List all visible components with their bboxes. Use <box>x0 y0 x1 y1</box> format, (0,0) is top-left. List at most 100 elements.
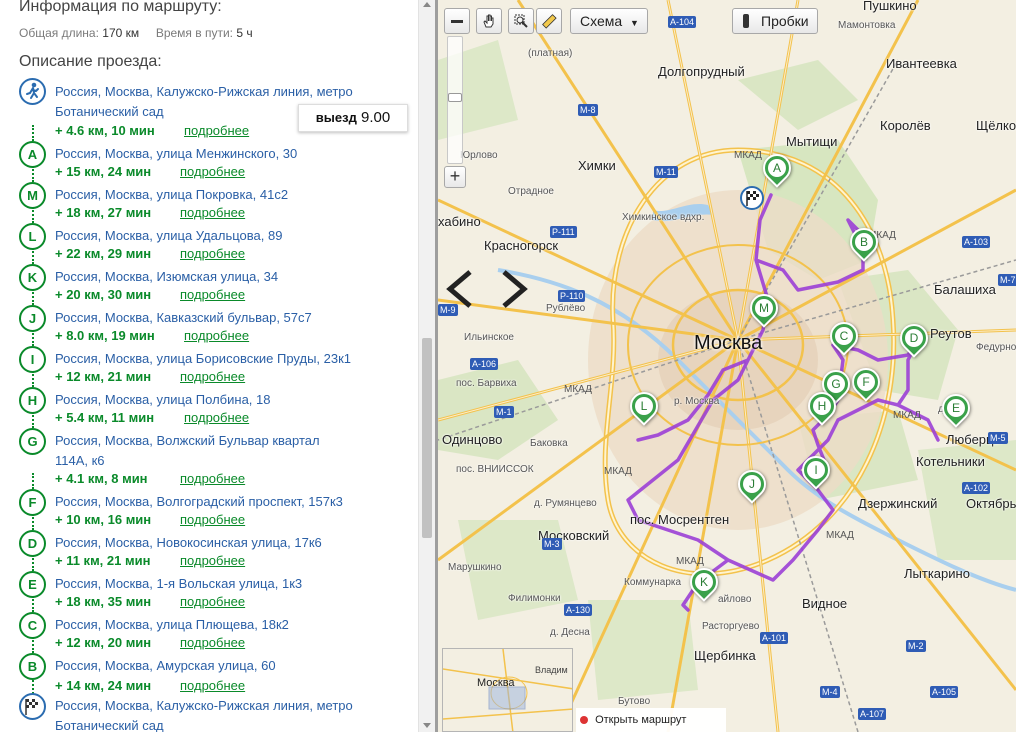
start-address-line2[interactable]: Ботанический сад <box>55 102 164 122</box>
zoom-slider[interactable] <box>447 36 463 164</box>
map-place-label: пос. Мосрентген <box>630 512 730 527</box>
more-link[interactable]: подробнее <box>180 594 245 609</box>
map-place-label: Реутов <box>930 326 972 341</box>
map-marker-m[interactable]: M <box>744 288 784 338</box>
scroll-thumb[interactable] <box>422 338 432 538</box>
more-link[interactable]: подробнее <box>184 328 249 343</box>
map-marker-d[interactable]: D <box>894 318 934 368</box>
road-sign: А-107 <box>858 708 887 720</box>
more-link[interactable]: подробнее <box>180 635 245 650</box>
pan-arrows[interactable] <box>442 264 532 314</box>
segment-distance: + 8.0 км, 19 мин <box>55 328 155 343</box>
road-sign: Р-110 <box>558 290 586 302</box>
stop-address[interactable]: Россия, Москва, Волгоградский проспект, … <box>55 492 343 512</box>
finish-address-line1[interactable]: Россия, Москва, Калужско-Рижская линия, … <box>55 696 353 716</box>
map-place-label: Федурно <box>976 342 1016 353</box>
route-panel: Информация по маршруту: Общая длина: 170… <box>0 0 418 732</box>
stop-address[interactable]: Россия, Москва, Волжский Бульвар квартал <box>55 431 320 451</box>
stop-address[interactable]: Россия, Москва, Изюмская улица, 34 <box>55 267 278 287</box>
segment-distance: + 12 км, 20 мин <box>55 635 152 650</box>
zoom-slider-handle[interactable] <box>448 93 462 102</box>
stop-connector <box>32 207 34 223</box>
more-link[interactable]: подробнее <box>180 205 245 220</box>
hand-tool-button[interactable] <box>476 8 502 34</box>
map-marker-i[interactable]: I <box>796 450 836 500</box>
stop-address[interactable]: Россия, Москва, улица Плющева, 18к2 <box>55 615 289 635</box>
map-marker-a[interactable]: A <box>757 148 797 198</box>
overview-minimap[interactable]: Москва Владим <box>442 648 573 732</box>
map-marker-b[interactable]: B <box>844 222 884 272</box>
map-place-label: Балашиха <box>934 282 996 297</box>
map-place-label: р. Москва <box>674 396 720 407</box>
road-sign: А-101 <box>760 632 789 644</box>
map-marker-f[interactable]: F <box>846 362 886 412</box>
more-link[interactable]: подробнее <box>184 123 249 138</box>
finish-connector <box>32 680 34 694</box>
scroll-up-arrow-icon[interactable] <box>423 2 431 7</box>
stop-connector <box>32 514 34 530</box>
map-place-label: Пушкино <box>863 0 917 13</box>
departure-note: выезд 9.00 <box>298 104 408 132</box>
stop-address[interactable]: Россия, Москва, Новокосинская улица, 17к… <box>55 533 322 553</box>
mkad-label: МКАД <box>826 530 854 541</box>
map-place-label: Химки <box>578 158 616 173</box>
map-marker-h[interactable]: H <box>802 386 842 436</box>
zoom-in-button[interactable]: + <box>444 166 466 188</box>
more-link[interactable]: подробнее <box>180 287 245 302</box>
map-view[interactable]: Пушкино Ивантеевка Долгопрудный Мытищи Корол… <box>438 0 1016 732</box>
map-place-label: Мытищи <box>786 134 838 149</box>
stop-address[interactable]: Россия, Москва, улица Борисовские Пруды,… <box>55 349 351 369</box>
map-place-label: пос. Барвиха <box>456 378 517 389</box>
zoom-out-button[interactable] <box>444 8 470 34</box>
stop-connector <box>32 637 34 653</box>
stop-address-line2[interactable]: 114А, к6 <box>55 451 105 471</box>
map-layer-select[interactable]: Схема ▼ <box>570 8 648 34</box>
stop-address[interactable]: Россия, Москва, Кавказский бульвар, 57с7 <box>55 308 312 328</box>
more-link[interactable]: подробнее <box>180 553 245 568</box>
scroll-down-arrow-icon[interactable] <box>423 723 431 728</box>
panel-scrollbar[interactable] <box>418 0 435 732</box>
more-link[interactable]: подробнее <box>180 512 245 527</box>
map-marker-l[interactable]: L <box>624 386 664 436</box>
more-link[interactable]: подробнее <box>180 471 245 486</box>
open-route-link[interactable]: Открыть маршрут <box>576 708 726 732</box>
ruler-tool-button[interactable] <box>536 8 562 34</box>
traffic-button[interactable]: Пробки <box>732 8 818 34</box>
mkad-label: МКАД <box>564 384 592 395</box>
stop-address[interactable]: Россия, Москва, улица Полбина, 18 <box>55 390 270 410</box>
route-pin-icon <box>580 716 588 725</box>
more-link[interactable]: подробнее <box>180 369 245 384</box>
stop-address[interactable]: Россия, Москва, 1-я Вольская улица, 1к3 <box>55 574 302 594</box>
map-marker-c[interactable]: C <box>824 316 864 366</box>
map-finish-flag-icon[interactable] <box>740 186 764 210</box>
segment-distance: + 12 км, 21 мин <box>55 369 152 384</box>
route-stats: Общая длина: 170 км Время в пути: 5 ч <box>19 26 253 40</box>
map-marker-e[interactable]: E <box>936 388 976 438</box>
map-place-label: Отрадное <box>508 186 554 197</box>
more-link[interactable]: подробнее <box>184 410 249 425</box>
map-marker-k[interactable]: K <box>684 562 724 612</box>
mkad-label: МКАД <box>734 150 762 161</box>
start-address-line1[interactable]: Россия, Москва, Калужско-Рижская линия, … <box>55 82 353 102</box>
more-link[interactable]: подробнее <box>180 164 245 179</box>
open-route-label: Открыть маршрут <box>595 714 687 726</box>
finish-address-line2[interactable]: Ботанический сад <box>55 716 164 732</box>
finish-more-link[interactable]: подробнее <box>180 678 245 693</box>
more-link[interactable]: подробнее <box>180 246 245 261</box>
map-place-label: Филимонки <box>508 593 561 604</box>
segment-distance: + 11 км, 21 мин <box>55 553 151 568</box>
stop-connector <box>32 473 34 489</box>
traffic-light-icon <box>743 14 749 28</box>
map-marker-j[interactable]: J <box>732 464 772 514</box>
map-place-label: Щербинка <box>694 648 756 663</box>
segment-distance: + 18 км, 35 мин <box>55 594 152 609</box>
pan-right-icon <box>502 270 528 308</box>
map-layer-label: Схема <box>580 13 623 29</box>
stop-connector <box>32 330 34 346</box>
map-place-label: Лыткарино <box>904 566 970 581</box>
magnifier-tool-button[interactable] <box>508 8 534 34</box>
stop-address[interactable]: Россия, Москва, Амурская улица, 60 <box>55 656 276 676</box>
stop-address[interactable]: Россия, Москва, улица Менжинского, 30 <box>55 144 297 164</box>
stop-address[interactable]: Россия, Москва, улица Покровка, 41с2 <box>55 185 288 205</box>
stop-address[interactable]: Россия, Москва, улица Удальцова, 89 <box>55 226 282 246</box>
